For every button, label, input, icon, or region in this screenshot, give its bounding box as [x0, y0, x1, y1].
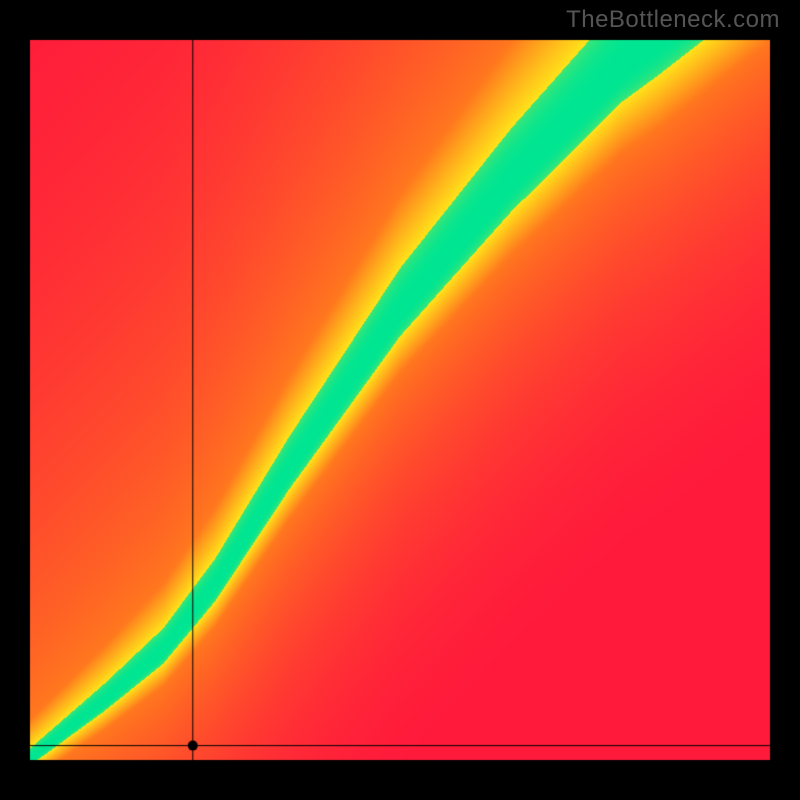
watermark-text: TheBottleneck.com — [566, 6, 780, 34]
bottleneck-heatmap — [0, 0, 800, 800]
